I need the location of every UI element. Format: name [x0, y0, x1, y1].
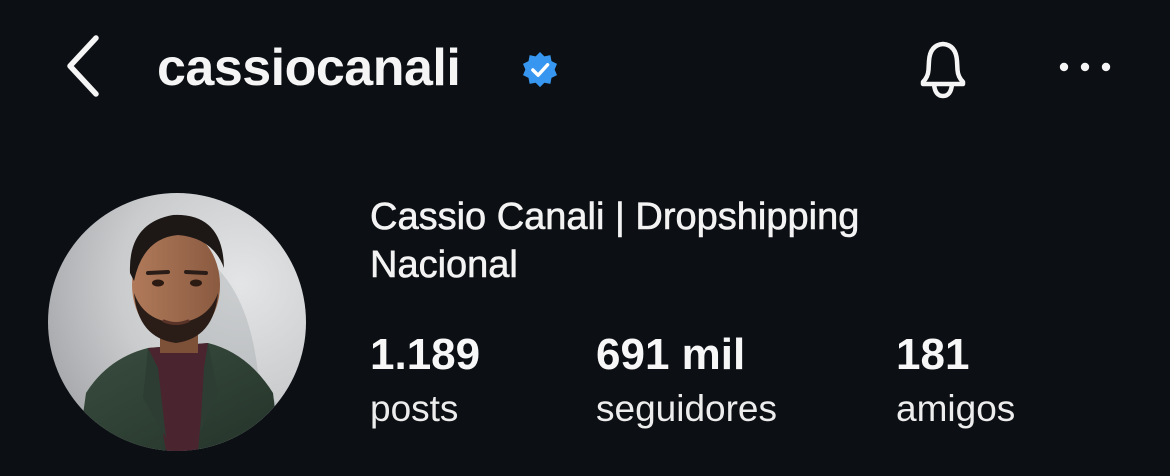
profile-username: cassiocanali — [157, 39, 461, 97]
profile-display-name: Cassio Canali | Dropshipping Nacional — [370, 196, 860, 287]
more-options-button[interactable] — [1055, 52, 1115, 82]
verified-badge-icon — [522, 51, 558, 88]
posts-label: posts — [370, 388, 459, 429]
followers-label: seguidores — [596, 388, 778, 429]
notifications-bell-button[interactable] — [906, 34, 980, 104]
profile-avatar[interactable] — [48, 193, 306, 451]
more-horizontal-icon — [1059, 62, 1111, 72]
avatar-photo — [48, 193, 306, 451]
stat-friends[interactable]: 181 amigos — [896, 328, 1015, 436]
friends-count: 181 — [896, 330, 970, 379]
followers-count: 691 mil — [596, 330, 746, 379]
back-button[interactable] — [58, 30, 114, 102]
stat-followers[interactable]: 691 mil seguidores — [596, 328, 777, 436]
profile-header: cassiocanali — [0, 0, 1170, 135]
stat-posts[interactable]: 1.189 posts — [370, 328, 480, 436]
posts-count: 1.189 — [370, 330, 481, 379]
friends-label: amigos — [896, 388, 1016, 429]
bell-icon — [920, 41, 966, 99]
chevron-left-icon — [67, 35, 99, 97]
